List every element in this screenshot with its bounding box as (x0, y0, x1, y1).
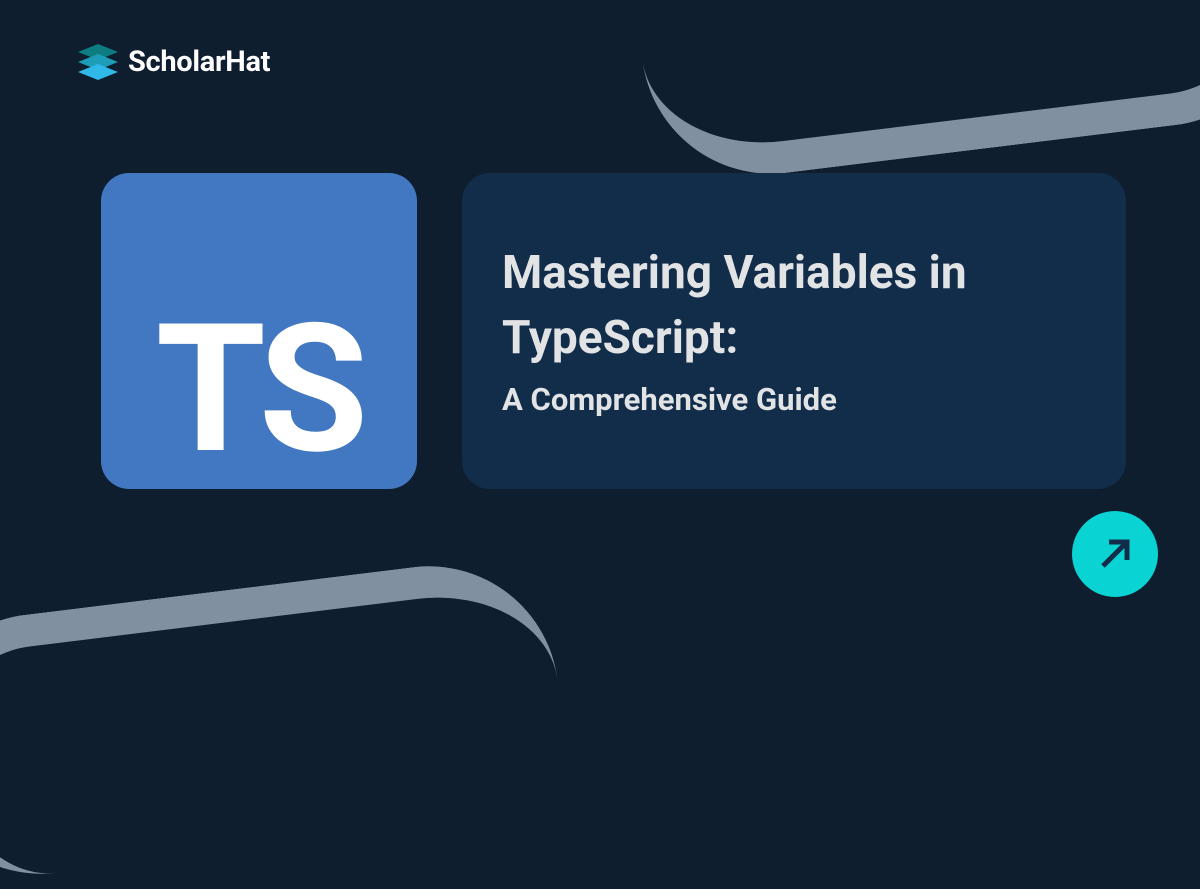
typescript-badge: TS (101, 173, 417, 489)
title-subtitle: A Comprehensive Guide (502, 380, 1086, 420)
decorative-curve-bottom (0, 551, 573, 888)
logo-icon (78, 44, 118, 80)
content-card: Mastering Variables in TypeScript: A Com… (462, 173, 1126, 489)
brand-name: ScholarHat (128, 45, 270, 79)
arrow-up-right-icon (1093, 532, 1137, 576)
title-main: Mastering Variables in TypeScript: (502, 241, 1086, 370)
typescript-badge-text: TS (156, 301, 363, 479)
logo: ScholarHat (78, 44, 270, 80)
decorative-curve-top (627, 0, 1200, 189)
arrow-button[interactable] (1072, 511, 1158, 597)
